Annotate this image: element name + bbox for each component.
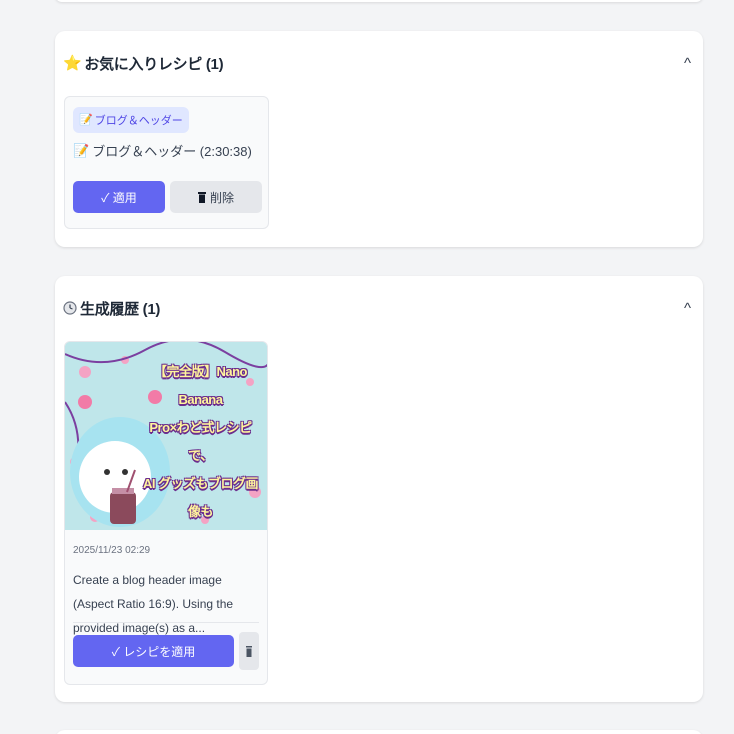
- favorite-item: 📝 ブログ＆ヘッダー 📝 ブログ＆ヘッダー (2:30:38) ✓ 適用 削除: [64, 96, 269, 229]
- collapse-icon[interactable]: ^: [680, 300, 695, 317]
- next-section-card: [55, 730, 703, 734]
- thumbnail-caption: 【完全版】Nano Banana Pro×わど式レシピで、 AI グッズもブログ…: [142, 364, 259, 519]
- apply-button[interactable]: ✓ 適用: [73, 181, 165, 213]
- apply-button-label: ✓ 適用: [101, 190, 137, 205]
- delete-button[interactable]: 削除: [170, 181, 262, 213]
- history-date: 2025/11/23 02:29: [73, 545, 151, 556]
- favorites-title: ⭐ お気に入りレシピ (1): [63, 53, 224, 74]
- star-icon: ⭐: [63, 54, 82, 72]
- clock-icon: [63, 301, 77, 315]
- previous-section-card: [55, 0, 703, 2]
- history-prompt: Create a blog header image (Aspect Ratio…: [73, 573, 234, 635]
- favorites-title-text: お気に入りレシピ (1): [84, 55, 224, 73]
- apply-recipe-label: ✓ レシピを適用: [111, 644, 196, 659]
- trash-icon: [246, 645, 252, 657]
- apply-recipe-button[interactable]: ✓ レシピを適用: [73, 635, 234, 667]
- history-title: 生成履歴 (1): [63, 298, 160, 319]
- delete-history-button[interactable]: [239, 632, 259, 670]
- favorite-name: 📝 ブログ＆ヘッダー (2:30:38): [73, 141, 252, 160]
- collapse-icon[interactable]: ^: [680, 55, 695, 72]
- favorites-section: ⭐ お気に入りレシピ (1) ^ 📝 ブログ＆ヘッダー 📝 ブログ＆ヘッダー (…: [55, 31, 703, 247]
- favorites-header[interactable]: ⭐ お気に入りレシピ (1) ^: [63, 49, 695, 77]
- history-item: 【完全版】Nano Banana Pro×わど式レシピで、 AI グッズもブログ…: [64, 341, 268, 685]
- divider: [73, 622, 259, 623]
- history-section: 生成履歴 (1) ^ 【完全版】Nano Banana Pro×わど式レシピで、…: [55, 276, 703, 702]
- delete-button-label: 削除: [209, 190, 234, 205]
- history-thumbnail[interactable]: 【完全版】Nano Banana Pro×わど式レシピで、 AI グッズもブログ…: [65, 342, 267, 530]
- history-header[interactable]: 生成履歴 (1) ^: [63, 294, 695, 322]
- category-tag: 📝 ブログ＆ヘッダー: [73, 107, 189, 133]
- category-tag-label: ブログ＆ヘッダー: [94, 115, 183, 127]
- favorite-name-text: ブログ＆ヘッダー (2:30:38): [92, 144, 252, 159]
- memo-icon: 📝: [73, 143, 90, 158]
- trash-icon: [197, 191, 206, 203]
- memo-icon: 📝: [79, 113, 93, 126]
- history-title-text: 生成履歴 (1): [80, 300, 161, 318]
